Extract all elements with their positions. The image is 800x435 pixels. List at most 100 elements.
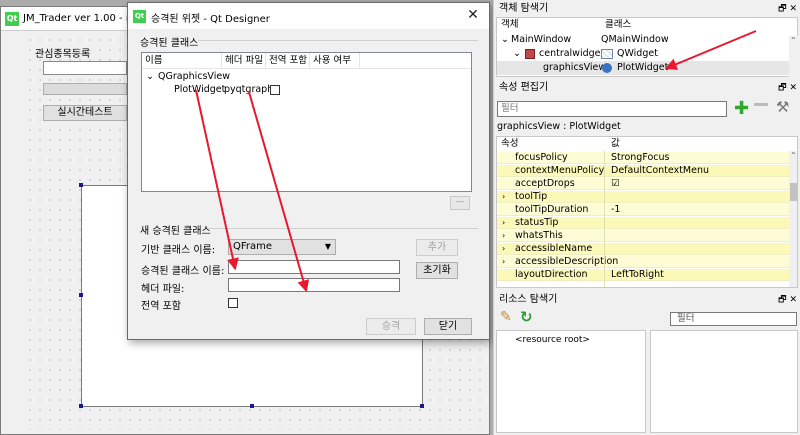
value-column-header[interactable]: 값 — [607, 137, 620, 151]
object-name: centralwidget — [539, 48, 605, 59]
base-class-label: 기반 클래스 이름: — [141, 245, 216, 256]
property-value[interactable]: DefaultContextMenu — [611, 165, 709, 177]
right-dock-area: 객체 탐색기 🗗 ✕ 객체 클래스 ⌄ MainWindow QMainWind… — [493, 0, 800, 435]
expand-icon[interactable]: › — [502, 191, 505, 203]
promoted-classes-list[interactable]: 이름 헤더 파일 전역 포함 사용 여부 ⌄ QGraphicsView Plo… — [141, 52, 472, 192]
property-filter-input[interactable]: 필터 — [497, 101, 727, 117]
dialog-titlebar[interactable]: Qt 승격된 위젯 - Qt Designer ✕ — [128, 3, 489, 29]
property-row[interactable]: › statusTip — [497, 217, 797, 229]
new-global-include-checkbox[interactable] — [228, 298, 238, 308]
resource-filter-input[interactable]: 필터 — [670, 312, 797, 326]
object-row-centralwidget[interactable]: ⌄ centralwidget QWidget — [497, 47, 797, 61]
property-value[interactable]: -1 — [611, 204, 620, 216]
reload-icon[interactable]: ↻ — [520, 308, 533, 326]
column-header-name[interactable]: 이름 — [142, 53, 222, 69]
selection-handle[interactable] — [420, 404, 424, 408]
tree-item-header-file: pyqtgraph — [224, 84, 274, 95]
global-include-checkbox[interactable] — [270, 85, 280, 95]
property-name: contextMenuPolicy — [515, 165, 605, 176]
wrench-icon[interactable]: ⚒ — [776, 98, 789, 116]
base-class-value: QFrame — [233, 241, 273, 252]
scroll-up-icon[interactable]: ⌃ — [790, 151, 797, 160]
property-value[interactable]: StrongFocus — [611, 152, 669, 164]
object-class: PlotWidget — [617, 62, 669, 73]
class-column-header[interactable]: 클래스 — [601, 18, 631, 32]
expand-icon[interactable]: › — [502, 256, 505, 268]
resource-browser-title[interactable]: 리소스 탐색기 🗗 ✕ — [496, 293, 799, 307]
expand-icon[interactable]: › — [502, 217, 505, 229]
add-button[interactable]: 추가 — [416, 239, 458, 256]
remove-property-icon[interactable] — [754, 103, 768, 106]
reset-button[interactable]: 초기화 — [416, 262, 458, 279]
property-row[interactable]: › accessibleName — [497, 243, 797, 255]
selection-handle[interactable] — [79, 293, 83, 297]
property-name: focusPolicy — [515, 152, 568, 163]
column-header-header-file[interactable]: 헤더 파일 — [222, 53, 266, 69]
selection-handle[interactable] — [79, 183, 83, 187]
selection-handle[interactable] — [250, 404, 254, 408]
property-row[interactable]: focusPolicy StrongFocus — [497, 152, 797, 164]
property-value[interactable]: LeftToRight — [611, 269, 664, 281]
close-button[interactable]: 닫기 — [424, 318, 472, 335]
promoted-class-name-input[interactable] — [228, 260, 400, 274]
tree-item-plotwidget[interactable]: PlotWidget — [174, 84, 225, 95]
bg-input-field[interactable] — [43, 61, 127, 75]
realtime-test-button[interactable]: 실시간테스트 — [43, 105, 127, 121]
add-property-icon[interactable]: ✚ — [734, 98, 749, 119]
bg-progress-bar — [43, 83, 127, 95]
dock-float-close-icon[interactable]: 🗗 ✕ — [778, 293, 797, 307]
dock-float-close-icon[interactable]: 🗗 ✕ — [778, 81, 797, 95]
expand-icon[interactable]: › — [502, 230, 505, 242]
property-column-header[interactable]: 속성 — [497, 137, 518, 151]
column-header-usage[interactable]: 사용 여부 — [310, 53, 360, 69]
resource-view[interactable] — [650, 330, 798, 433]
qt-logo-icon: Qt — [133, 10, 146, 23]
chevron-down-icon[interactable]: ⌄ — [513, 47, 521, 61]
property-name: accessibleDescription — [515, 256, 619, 267]
header-file-input[interactable] — [228, 278, 400, 292]
property-name: toolTip — [515, 191, 548, 202]
property-row[interactable]: › toolTip — [497, 191, 797, 203]
plotwidget-icon — [602, 63, 612, 73]
chevron-down-icon: ▼ — [324, 242, 331, 251]
scroll-up-icon[interactable]: ⌃ — [790, 36, 797, 45]
property-name: statusTip — [515, 217, 559, 228]
promoted-widgets-dialog: Qt 승격된 위젯 - Qt Designer ✕ 승격된 클래스 이름 헤더 … — [127, 2, 490, 340]
dock-float-close-icon[interactable]: 🗗 ✕ — [778, 2, 797, 16]
selection-handle[interactable] — [79, 404, 83, 408]
group-divider — [208, 228, 478, 229]
property-table-scrollbar[interactable]: ⌃ — [789, 151, 797, 287]
scrollbar-thumb[interactable] — [790, 183, 797, 201]
new-promoted-group-title: 새 승격된 클래스 — [140, 226, 211, 237]
promote-button[interactable]: 승격 — [366, 318, 416, 335]
object-row-mainwindow[interactable]: ⌄ MainWindow QMainWindow — [497, 33, 797, 47]
property-name: acceptDrops — [515, 178, 575, 189]
property-row[interactable]: › whatsThis — [497, 230, 797, 242]
edit-resources-icon[interactable]: ✎ — [500, 309, 512, 325]
column-header-global-include[interactable]: 전역 포함 — [266, 53, 310, 69]
resource-tree[interactable]: <resource root> — [496, 330, 646, 433]
base-class-select[interactable]: QFrame ▼ — [228, 239, 336, 255]
tree-item-qgraphicsview[interactable]: QGraphicsView — [158, 71, 230, 82]
resource-root-item[interactable]: <resource root> — [515, 335, 590, 345]
close-icon[interactable]: ✕ — [465, 7, 481, 23]
object-inspector-title[interactable]: 객체 탐색기 🗗 ✕ — [496, 2, 799, 16]
property-row[interactable]: toolTipDuration -1 — [497, 204, 797, 216]
property-row[interactable]: contextMenuPolicy DefaultContextMenu — [497, 165, 797, 177]
property-value[interactable]: ☑ — [611, 178, 620, 190]
expand-icon[interactable]: › — [502, 243, 505, 255]
property-table[interactable]: 속성 값 focusPolicy StrongFocus contextMenuPo… — [496, 136, 798, 288]
remove-promoted-button[interactable]: — — [450, 196, 470, 210]
property-row[interactable]: acceptDrops ☑ — [497, 178, 797, 190]
column-divider — [604, 151, 605, 287]
group-divider — [198, 40, 478, 41]
property-editor-title[interactable]: 속성 편집기 🗗 ✕ — [496, 81, 799, 95]
tree-expand-icon[interactable]: ⌄ — [146, 71, 154, 82]
object-row-graphicsview[interactable]: graphicsView PlotWidget — [497, 61, 797, 75]
object-name: graphicsView — [543, 62, 607, 73]
property-row[interactable]: › accessibleDescription — [497, 256, 797, 268]
chevron-down-icon[interactable]: ⌄ — [501, 33, 509, 47]
object-column-header[interactable]: 객체 — [497, 18, 518, 32]
property-row[interactable]: layoutDirection LeftToRight — [497, 269, 797, 281]
object-inspector-tree[interactable]: 객체 클래스 ⌄ MainWindow QMainWindow ⌄ centra… — [496, 17, 799, 94]
